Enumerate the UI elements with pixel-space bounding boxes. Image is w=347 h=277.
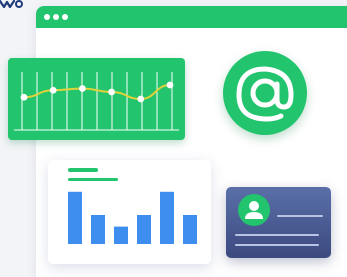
window-control-dot (53, 14, 59, 20)
bar-chart (68, 168, 197, 244)
chart-bar (68, 191, 82, 244)
email-badge (223, 51, 307, 135)
logo-fragment (0, 0, 23, 8)
avatar-head (249, 201, 259, 211)
chart-data-point (166, 81, 174, 89)
at-sign-icon (236, 66, 294, 122)
bar-chart-card (48, 160, 211, 264)
chart-bar (91, 215, 105, 244)
chart-bar (183, 215, 197, 244)
chart-bar (114, 226, 128, 244)
card-subheading-placeholder (68, 178, 118, 181)
chart-data-point (79, 85, 86, 92)
profile-card-content (235, 194, 323, 246)
chart-bar (160, 191, 174, 244)
chart-data-point (108, 88, 115, 96)
window-control-dot (62, 14, 68, 20)
profile-name-line (277, 215, 323, 217)
chart-data-point (20, 93, 28, 101)
chart-data-point (137, 95, 145, 103)
profile-detail-line (235, 244, 319, 246)
chart-bar (137, 215, 151, 244)
profile-detail-line (235, 234, 319, 236)
profile-card (226, 187, 331, 258)
illustration (0, 0, 347, 277)
card-heading-placeholder (68, 168, 98, 172)
line-chart-card (8, 58, 185, 140)
chart-data-point (49, 86, 57, 94)
line-chart (14, 72, 179, 131)
window-control-dot (44, 14, 50, 20)
browser-title-bar (36, 6, 347, 28)
